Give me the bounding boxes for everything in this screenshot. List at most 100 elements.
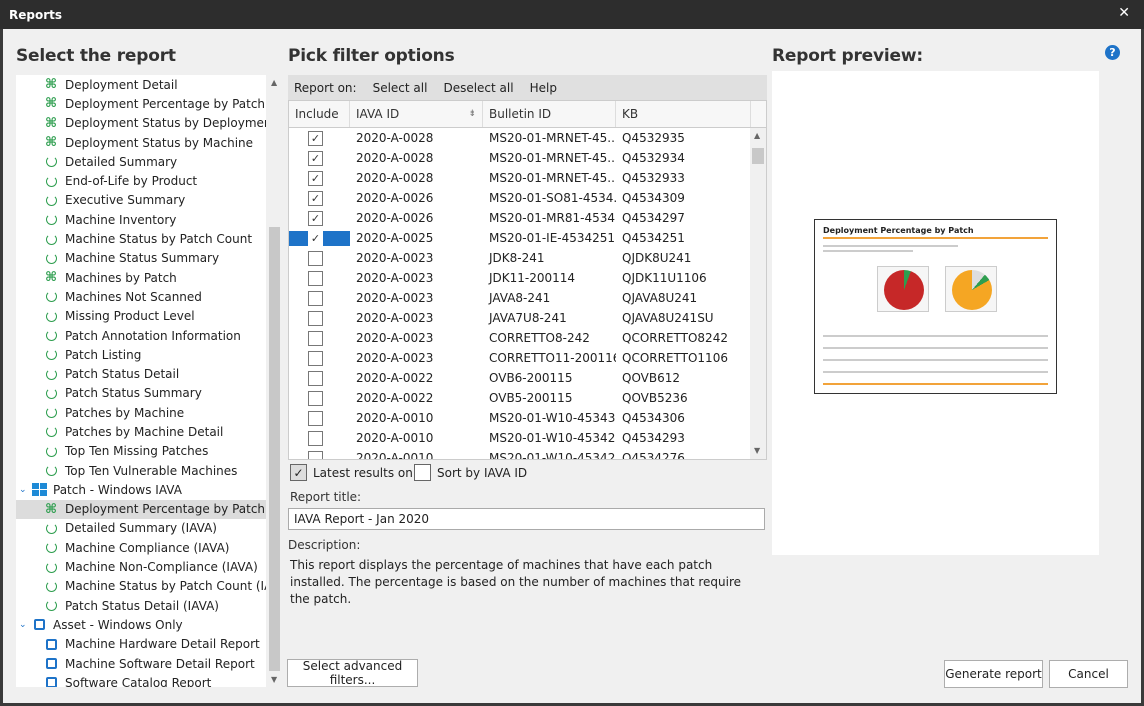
include-checkbox[interactable] [308, 410, 323, 426]
tree-item[interactable]: ⌘ Deployment Percentage by Patch (I... [16, 499, 266, 519]
tree-item[interactable]: Machine Inventory [16, 210, 266, 229]
include-cell[interactable] [289, 270, 350, 286]
tree-item[interactable]: Patch Annotation Information [16, 326, 266, 345]
include-cell[interactable] [289, 370, 350, 386]
include-checkbox[interactable]: ✓ [308, 130, 323, 146]
scroll-down-icon[interactable]: ▼ [271, 675, 277, 684]
include-checkbox[interactable] [308, 350, 323, 366]
grid-scrollbar[interactable]: ▲ ▼ [750, 128, 766, 459]
include-checkbox[interactable] [308, 370, 323, 386]
table-row[interactable]: 2020-A-0010 MS20-01-W10-45342... Q4534276 [289, 448, 766, 459]
include-checkbox[interactable] [308, 270, 323, 286]
include-cell[interactable] [289, 250, 350, 266]
tree-item[interactable]: Patches by Machine Detail [16, 422, 266, 441]
include-cell[interactable]: ✓ [289, 230, 350, 246]
tree-item[interactable]: Patch Status Summary [16, 384, 266, 403]
expand-icon[interactable]: ⌄ [19, 620, 28, 630]
include-checkbox[interactable] [308, 250, 323, 266]
include-checkbox[interactable] [308, 390, 323, 406]
include-cell[interactable] [289, 390, 350, 406]
tree-item[interactable]: ⌘ Deployment Detail [16, 75, 266, 94]
latest-results-checkbox[interactable]: ✓ Latest results only [290, 464, 423, 481]
tree-item[interactable]: ⌘ Deployment Percentage by Patch [16, 94, 266, 113]
include-cell[interactable] [289, 350, 350, 366]
tree-item[interactable]: Patch Listing [16, 345, 266, 364]
include-checkbox[interactable]: ✓ [308, 210, 323, 226]
include-checkbox[interactable]: ✓ [308, 230, 323, 246]
table-row[interactable]: 2020-A-0022 OVB6-200115 QOVB612 [289, 368, 766, 388]
deselect-all-button[interactable]: Deselect all [443, 81, 513, 95]
tree-scroll-thumb[interactable] [269, 227, 280, 671]
table-row[interactable]: 2020-A-0010 MS20-01-W10-45343... Q4534306 [289, 408, 766, 428]
include-cell[interactable] [289, 410, 350, 426]
report-tree[interactable]: ⌘ Deployment Detail ⌘ Deployment Percentage… [16, 75, 266, 687]
include-cell[interactable]: ✓ [289, 170, 350, 186]
tree-item[interactable]: Machine Software Detail Report [16, 654, 266, 673]
tree-item[interactable]: Detailed Summary (IAVA) [16, 519, 266, 538]
tree-item[interactable]: Machine Non-Compliance (IAVA) [16, 557, 266, 576]
table-row[interactable]: 2020-A-0023 CORRETTO8-242 QCORRETTO8242 [289, 328, 766, 348]
column-include[interactable]: Include [289, 101, 350, 127]
include-cell[interactable] [289, 430, 350, 446]
grid-scroll-down-icon[interactable]: ▼ [754, 446, 760, 455]
tree-item[interactable]: Top Ten Missing Patches [16, 442, 266, 461]
include-cell[interactable]: ✓ [289, 210, 350, 226]
table-row[interactable]: ✓ 2020-A-0026 MS20-01-MR81-4534... Q4534297 [289, 208, 766, 228]
table-row[interactable]: 2020-A-0023 CORRETTO11-200116 QCORRETTO110… [289, 348, 766, 368]
grid-scroll-up-icon[interactable]: ▲ [754, 131, 760, 140]
select-advanced-filters-button[interactable]: Select advanced filters... [287, 659, 418, 687]
include-checkbox[interactable] [308, 330, 323, 346]
tree-item[interactable]: ⌘ Deployment Status by Machine [16, 133, 266, 152]
sort-by-iava-box[interactable] [414, 464, 431, 481]
tree-item[interactable]: Patches by Machine [16, 403, 266, 422]
include-cell[interactable]: ✓ [289, 130, 350, 146]
tree-item[interactable]: Executive Summary [16, 191, 266, 210]
tree-item[interactable]: Machines Not Scanned [16, 287, 266, 306]
generate-report-button[interactable]: Generate report [944, 660, 1043, 688]
grid-scroll-thumb[interactable] [752, 148, 764, 164]
filter-icon[interactable]: ⇟ [468, 109, 476, 119]
table-row[interactable]: ✓ 2020-A-0028 MS20-01-MRNET-45... Q4532934 [289, 148, 766, 168]
cancel-button[interactable]: Cancel [1049, 660, 1128, 688]
report-title-input[interactable] [288, 508, 765, 530]
include-cell[interactable]: ✓ [289, 150, 350, 166]
table-row[interactable]: ✓ 2020-A-0028 MS20-01-MRNET-45... Q4532935 [289, 128, 766, 148]
tree-item[interactable]: Software Catalog Report [16, 673, 266, 687]
include-checkbox[interactable]: ✓ [308, 150, 323, 166]
help-button[interactable]: Help [530, 81, 557, 95]
table-row[interactable]: ✓ 2020-A-0028 MS20-01-MRNET-45... Q4532933 [289, 168, 766, 188]
table-row[interactable]: 2020-A-0022 OVB5-200115 QOVB5236 [289, 388, 766, 408]
table-row[interactable]: 2020-A-0023 JDK8-241 QJDK8U241 [289, 248, 766, 268]
tree-item[interactable]: Detailed Summary [16, 152, 266, 171]
table-row[interactable]: 2020-A-0023 JAVA7U8-241 QJAVA8U241SU [289, 308, 766, 328]
column-bulletin-id[interactable]: Bulletin ID [483, 101, 616, 127]
include-cell[interactable] [289, 290, 350, 306]
tree-item[interactable]: Machine Status by Patch Count (IAV... [16, 577, 266, 596]
include-checkbox[interactable] [308, 450, 323, 459]
include-checkbox[interactable] [308, 430, 323, 446]
column-iava-id[interactable]: IAVA ID ⇟ [350, 101, 483, 127]
tree-item[interactable]: ⌄ Asset - Windows Only [16, 615, 266, 634]
tree-item[interactable]: ⌘ Deployment Status by Deployment [16, 114, 266, 133]
include-checkbox[interactable] [308, 290, 323, 306]
help-icon[interactable]: ? [1105, 45, 1120, 60]
table-row[interactable]: 2020-A-0023 JDK11-200114 QJDK11U1106 [289, 268, 766, 288]
tree-item[interactable]: Machine Status Summary [16, 249, 266, 268]
include-cell[interactable] [289, 450, 350, 459]
tree-item[interactable]: Patch Status Detail (IAVA) [16, 596, 266, 615]
table-row[interactable]: ✓ 2020-A-0025 MS20-01-IE-4534251 Q4534251 [289, 228, 766, 248]
tree-item[interactable]: ⌄ Patch - Windows IAVA [16, 480, 266, 499]
include-cell[interactable] [289, 330, 350, 346]
tree-item[interactable]: Patch Status Detail [16, 364, 266, 383]
table-row[interactable]: 2020-A-0023 JAVA8-241 QJAVA8U241 [289, 288, 766, 308]
tree-item[interactable]: ⌘ Machines by Patch [16, 268, 266, 287]
table-row[interactable]: ✓ 2020-A-0026 MS20-01-SO81-4534... Q4534309 [289, 188, 766, 208]
include-checkbox[interactable]: ✓ [308, 190, 323, 206]
include-cell[interactable]: ✓ [289, 190, 350, 206]
tree-item[interactable]: Missing Product Level [16, 307, 266, 326]
sort-by-iava-checkbox[interactable]: Sort by IAVA ID [414, 464, 527, 481]
tree-item[interactable]: Machine Status by Patch Count [16, 229, 266, 248]
close-icon[interactable]: ✕ [1118, 5, 1130, 21]
expand-icon[interactable]: ⌄ [19, 485, 28, 495]
scroll-up-icon[interactable]: ▲ [271, 78, 277, 87]
